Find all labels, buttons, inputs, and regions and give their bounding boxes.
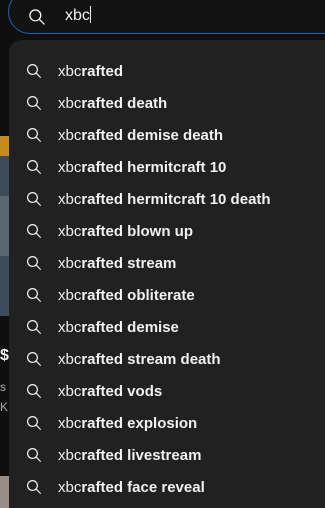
suggestion-item[interactable]: xbcrafted stream (9, 248, 325, 280)
search-icon (27, 288, 41, 302)
search-icon (27, 224, 41, 238)
suggestion-label: xbcrafted hermitcraft 10 death (58, 191, 271, 208)
search-query-text[interactable]: xbc (65, 6, 91, 26)
suggestion-label: xbcrafted demise death (58, 127, 224, 144)
suggestion-label: xbcrafted livestream (58, 447, 202, 464)
suggestion-label: xbcrafted demise (58, 319, 179, 336)
suggestion-label: xbcrafted hermitcraft 10 (58, 159, 227, 176)
search-icon (27, 192, 41, 206)
suggestion-item[interactable]: xbcrafted hermitcraft 10 death (9, 184, 325, 216)
suggestion-item[interactable]: xbcrafted demise (9, 312, 325, 344)
suggestion-label: xbcrafted blown up (58, 223, 194, 240)
suggestion-label: xbcrafted death (58, 95, 168, 112)
search-icon (27, 480, 41, 494)
search-icon (29, 9, 45, 25)
background-price-glyph: $ (0, 347, 9, 364)
suggestion-label: xbcrafted explosion (58, 415, 198, 432)
suggestion-item[interactable]: xbcrafted livestream (9, 440, 325, 472)
suggestion-item[interactable]: xbcrafted obliterate (9, 280, 325, 312)
text-caret (89, 6, 91, 23)
suggestion-label: xbcrafted stream death (58, 351, 221, 368)
suggestion-item[interactable]: xbcrafted face reveal (9, 472, 325, 504)
suggestion-label: xbcrafted vods (58, 383, 163, 400)
suggestion-item[interactable]: xbcrafted stream death (9, 344, 325, 376)
search-icon (27, 256, 41, 270)
search-icon (27, 416, 41, 430)
suggestion-item[interactable]: xbcrafted hermitcraft 10 (9, 152, 325, 184)
suggestion-item[interactable]: xbcrafted explosion (9, 408, 325, 440)
search-icon (27, 384, 41, 398)
search-icon (27, 160, 41, 174)
suggestion-item[interactable]: xbcrafted demise death (9, 120, 325, 152)
suggestion-label: xbcrafted face reveal (58, 479, 205, 496)
search-suggestions-dropdown: xbcrafted xbcrafted death xbcrafted demi… (9, 40, 325, 508)
search-input[interactable]: xbc (8, 0, 325, 34)
suggestion-item[interactable]: xbcrafted vods (9, 376, 325, 408)
search-icon (27, 96, 41, 110)
search-icon (27, 320, 41, 334)
search-icon (27, 64, 41, 78)
search-icon (27, 352, 41, 366)
suggestion-label: xbcrafted (58, 63, 124, 80)
page: $ s K xbc xbcrafted xbcrafted death xbcr… (0, 0, 325, 508)
background-letter: K (0, 400, 9, 414)
search-icon (27, 448, 41, 462)
suggestion-label: xbcrafted stream (58, 255, 177, 272)
suggestion-item[interactable]: xbcrafted (9, 56, 325, 88)
suggestion-label: xbcrafted obliterate (58, 287, 195, 304)
suggestion-item[interactable]: xbcrafted death (9, 88, 325, 120)
background-letter: s (0, 380, 6, 394)
search-icon (27, 128, 41, 142)
suggestion-item[interactable]: xbcrafted blown up (9, 216, 325, 248)
